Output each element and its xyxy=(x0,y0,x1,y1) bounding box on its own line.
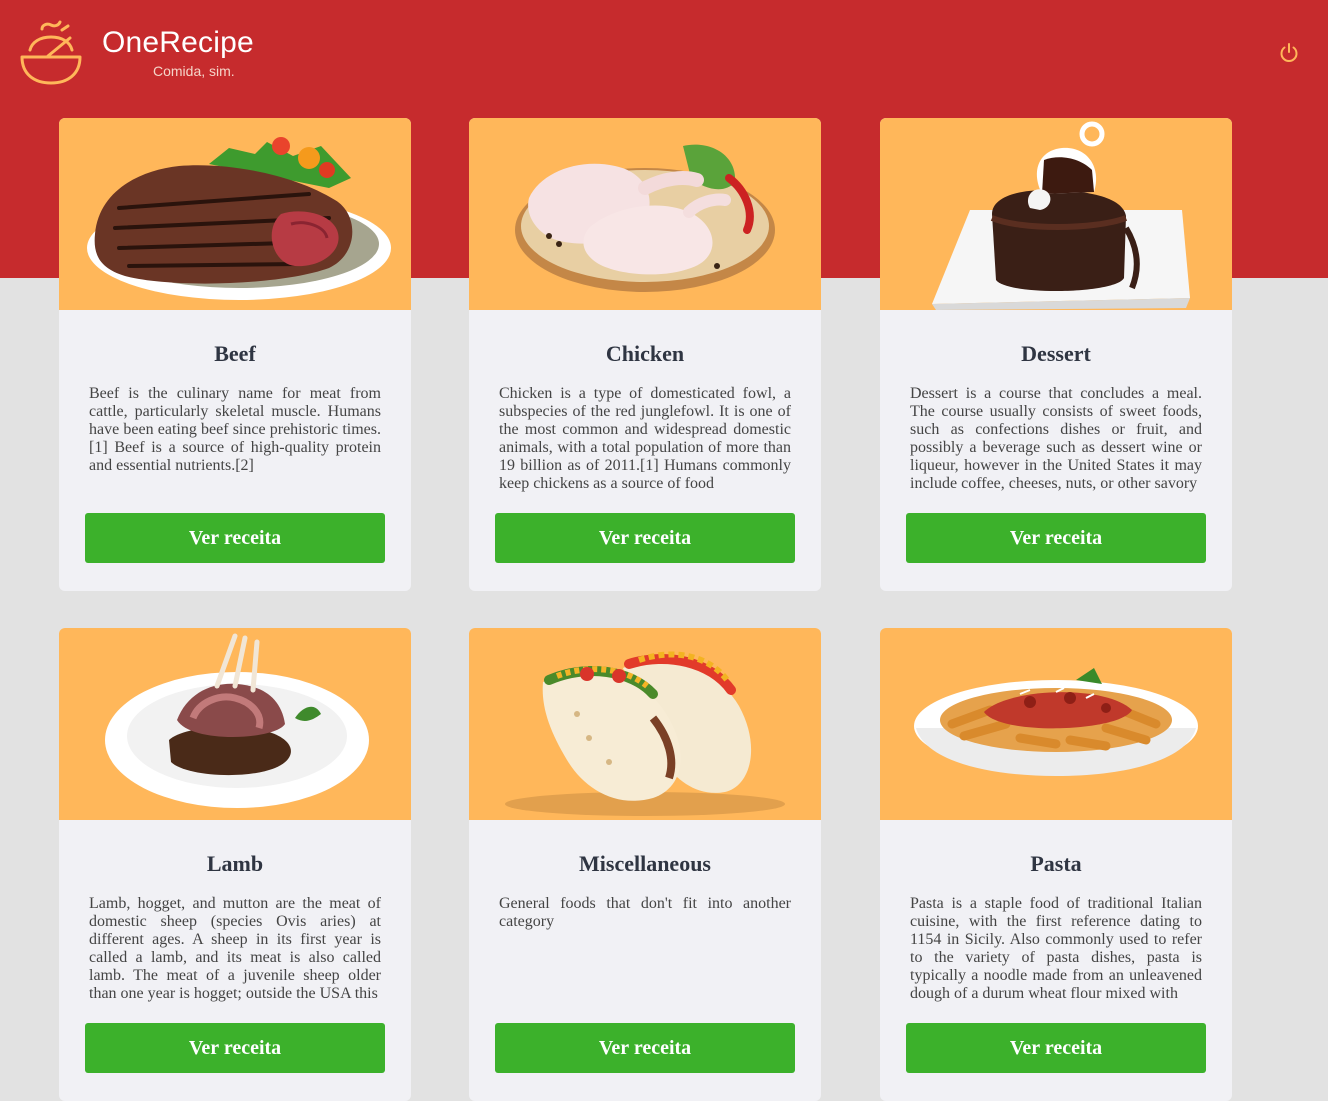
category-card-dessert: Dessert Dessert is a course that conclud… xyxy=(880,118,1232,591)
category-title: Lamb xyxy=(206,851,264,876)
category-title: Beef xyxy=(214,341,256,366)
lamb-illustration xyxy=(105,633,369,808)
category-card-pasta: Pasta Pasta is a staple food of traditio… xyxy=(880,628,1232,1101)
category-image-lamb xyxy=(59,628,411,820)
category-description: Pasta is a staple food of traditional It… xyxy=(910,895,1202,1002)
category-image-beef xyxy=(59,118,411,310)
category-image-miscellaneous xyxy=(469,628,821,820)
bowl-icon xyxy=(20,20,82,85)
chicken-illustration xyxy=(515,144,775,292)
view-recipe-button[interactable]: Ver receita xyxy=(85,513,385,563)
category-description: Dessert is a course that concludes a mea… xyxy=(910,385,1202,492)
category-description: Beef is the culinary name for meat from … xyxy=(89,385,381,474)
view-recipe-button[interactable]: Ver receita xyxy=(495,513,795,563)
category-description: General foods that don't fit into anothe… xyxy=(499,895,791,930)
pasta-illustration xyxy=(914,668,1198,776)
view-recipe-button[interactable]: Ver receita xyxy=(85,1023,385,1073)
category-title: Pasta xyxy=(1030,851,1082,876)
category-description: Lamb, hogget, and mutton are the meat of… xyxy=(89,895,381,1002)
view-recipe-button[interactable]: Ver receita xyxy=(906,513,1206,563)
brand-tagline: Comida, sim. xyxy=(153,63,235,79)
brand-name: OneRecipe xyxy=(102,26,254,59)
power-icon xyxy=(1280,43,1298,62)
category-image-chicken xyxy=(469,118,821,310)
category-title: Miscellaneous xyxy=(579,851,711,876)
category-card-chicken: Chicken Chicken is a type of domesticate… xyxy=(469,118,821,591)
category-title: Chicken xyxy=(605,341,685,366)
steak-illustration xyxy=(87,137,391,300)
category-card-beef: Beef Beef is the culinary name for meat … xyxy=(59,118,411,591)
view-recipe-button[interactable]: Ver receita xyxy=(906,1023,1206,1073)
category-image-dessert xyxy=(880,118,1232,310)
category-title: Dessert xyxy=(1021,341,1091,366)
category-card-miscellaneous: Miscellaneous General foods that don't f… xyxy=(469,628,821,1101)
view-recipe-button[interactable]: Ver receita xyxy=(495,1023,795,1073)
category-card-lamb: Lamb Lamb, hogget, and mutton are the me… xyxy=(59,628,411,1101)
tacos-illustration xyxy=(505,651,785,816)
category-image-pasta xyxy=(880,628,1232,820)
logout-button[interactable] xyxy=(1276,40,1302,66)
dessert-illustration xyxy=(932,121,1190,310)
category-description: Chicken is a type of domesticated fowl, … xyxy=(499,385,791,492)
